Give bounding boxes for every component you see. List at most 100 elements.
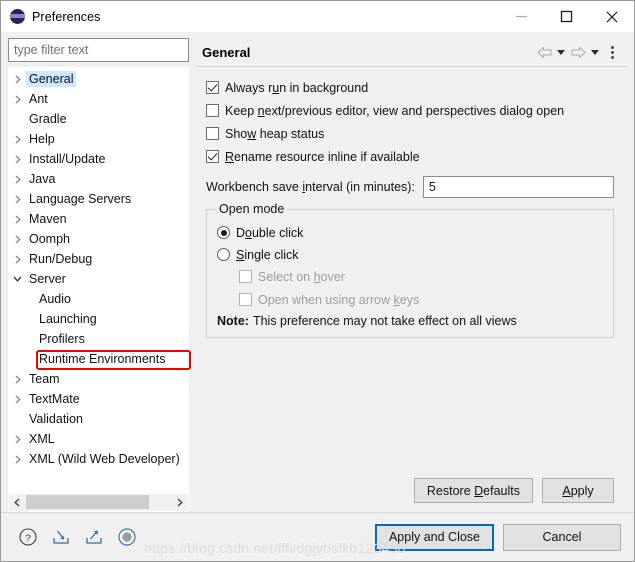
radio-label: Double click (236, 225, 304, 240)
tree-item-label: Help (29, 132, 55, 146)
checkbox-icon[interactable] (206, 104, 219, 117)
checkbox-icon[interactable] (206, 127, 219, 140)
forward-arrow-icon[interactable] (569, 42, 587, 62)
tree-item-help[interactable]: Help (9, 129, 188, 149)
tree-item-oomph[interactable]: Oomph (9, 229, 188, 249)
preferences-tree[interactable]: General Ant Gradle Help Install/Update Java La… (9, 68, 188, 493)
checkbox-row[interactable]: Show heap status (206, 123, 614, 144)
note-label: Note: (217, 314, 249, 328)
tree-item-label: TextMate (29, 392, 80, 406)
tree-item-language-servers[interactable]: Language Servers (9, 189, 188, 209)
view-menu-vertical-dots-icon[interactable] (603, 42, 621, 62)
cancel-button[interactable]: Cancel (503, 523, 621, 551)
chevron-right-icon[interactable] (9, 434, 26, 444)
chevron-right-icon[interactable] (9, 454, 26, 464)
tree-item-label: Server (29, 272, 66, 286)
tree-item-team[interactable]: Team (9, 369, 188, 389)
radio-icon[interactable] (217, 248, 230, 261)
chevron-right-icon[interactable] (9, 74, 26, 84)
record-icon[interactable] (116, 526, 138, 548)
chevron-right-icon[interactable] (9, 134, 26, 144)
close-button[interactable] (589, 1, 634, 32)
footer-button-group: Apply and Close Cancel (374, 523, 621, 551)
workbench-save-interval-row: Workbench save interval (in minutes): 5 (206, 176, 614, 198)
tree-item-textmate[interactable]: TextMate (9, 389, 188, 409)
tree-item-label: Install/Update (29, 152, 106, 166)
open-mode-legend: Open mode (216, 202, 288, 216)
tree-item-label: Maven (29, 212, 67, 226)
checkbox-row[interactable]: Rename resource inline if available (206, 146, 614, 167)
chevron-right-icon[interactable] (9, 174, 26, 184)
apply-and-close-button[interactable]: Apply and Close (374, 523, 494, 551)
tree-item-install-update[interactable]: Install/Update (9, 149, 188, 169)
radio-row[interactable]: Single click (217, 244, 603, 265)
import-icon[interactable] (50, 526, 72, 548)
radio-label: Single click (236, 247, 299, 262)
open-mode-note: Note: This preference may not take effec… (217, 314, 603, 328)
tree-item-general[interactable]: General (9, 69, 188, 89)
scrollbar-thumb[interactable] (26, 495, 149, 509)
tree-item-gradle[interactable]: Gradle (9, 109, 188, 129)
checkbox-label: Rename resource inline if available (225, 149, 420, 164)
checkbox-label: Show heap status (225, 126, 325, 141)
tree-item-server[interactable]: Server (9, 269, 188, 289)
minimize-button[interactable] (499, 1, 544, 32)
page-action-buttons: Restore Defaults Apply (206, 478, 614, 512)
forward-menu-chevron-down-icon[interactable] (589, 42, 601, 62)
export-icon[interactable] (83, 526, 105, 548)
tree-item-label: Language Servers (29, 192, 132, 206)
tree-item-xml-wild-web-developer[interactable]: XML (Wild Web Developer) (9, 449, 188, 469)
filter-input[interactable]: type filter text (8, 38, 189, 62)
open-mode-sub-checkbox-list: Select on hover Open when using arrow key… (217, 266, 603, 310)
sub-checkbox-label: Open when using arrow keys (258, 292, 420, 307)
tree-item-java[interactable]: Java (9, 169, 188, 189)
tree-item-launching[interactable]: Launching (9, 309, 188, 329)
checkbox-icon[interactable] (206, 150, 219, 163)
watermark-text: https://blog.csdn.net/fffvdgjvbsfkb12345… (144, 540, 406, 556)
sub-checkbox-row: Select on hover (217, 266, 603, 287)
chevron-right-icon[interactable] (9, 374, 26, 384)
radio-row[interactable]: Double click (217, 222, 603, 243)
footer-icon-group: ? (17, 526, 138, 548)
tree-item-label: Team (29, 372, 60, 386)
chevron-right-icon[interactable] (9, 94, 26, 104)
tree-item-label: Profilers (39, 332, 85, 346)
chevron-right-icon[interactable] (9, 154, 26, 164)
restore-defaults-button[interactable]: Restore Defaults (413, 478, 533, 503)
tree-item-run-debug[interactable]: Run/Debug (9, 249, 188, 269)
checkbox-label: Always run in background (225, 80, 369, 95)
chevron-right-icon[interactable] (9, 234, 26, 244)
tree-item-validation[interactable]: Validation (9, 409, 188, 429)
checkbox-row[interactable]: Keep next/previous editor, view and pers… (206, 100, 614, 121)
scrollbar-track[interactable] (26, 494, 171, 511)
chevron-down-icon[interactable] (9, 275, 26, 283)
checkbox-icon[interactable] (206, 81, 219, 94)
tree-horizontal-scrollbar[interactable] (9, 493, 188, 511)
chevron-right-icon[interactable] (9, 254, 26, 264)
scroll-left-icon[interactable] (9, 494, 26, 511)
preferences-dialog: Preferences type filter text General Ant… (0, 0, 635, 562)
tree-item-maven[interactable]: Maven (9, 209, 188, 229)
chevron-right-icon[interactable] (9, 214, 26, 224)
back-menu-chevron-down-icon[interactable] (555, 42, 567, 62)
back-arrow-icon[interactable] (535, 42, 553, 62)
scroll-right-icon[interactable] (171, 494, 188, 511)
chevron-right-icon[interactable] (9, 394, 26, 404)
help-icon[interactable]: ? (17, 526, 39, 548)
checkbox-icon (239, 270, 252, 283)
maximize-button[interactable] (544, 1, 589, 32)
tree-item-label: Audio (39, 292, 71, 306)
tree-item-label: Java (29, 172, 56, 186)
checkbox-row[interactable]: Always run in background (206, 77, 614, 98)
tree-item-xml[interactable]: XML (9, 429, 188, 449)
apply-button[interactable]: Apply (542, 478, 614, 503)
page-title: General (202, 44, 251, 60)
tree-item-audio[interactable]: Audio (9, 289, 188, 309)
chevron-right-icon[interactable] (9, 194, 26, 204)
tree-item-ant[interactable]: Ant (9, 89, 188, 109)
tree-item-profilers[interactable]: Profilers (9, 329, 188, 349)
tree-item-runtime-environments[interactable]: Runtime Environments (9, 349, 188, 369)
radio-icon[interactable] (217, 226, 230, 239)
workbench-save-interval-input[interactable]: 5 (422, 176, 614, 198)
